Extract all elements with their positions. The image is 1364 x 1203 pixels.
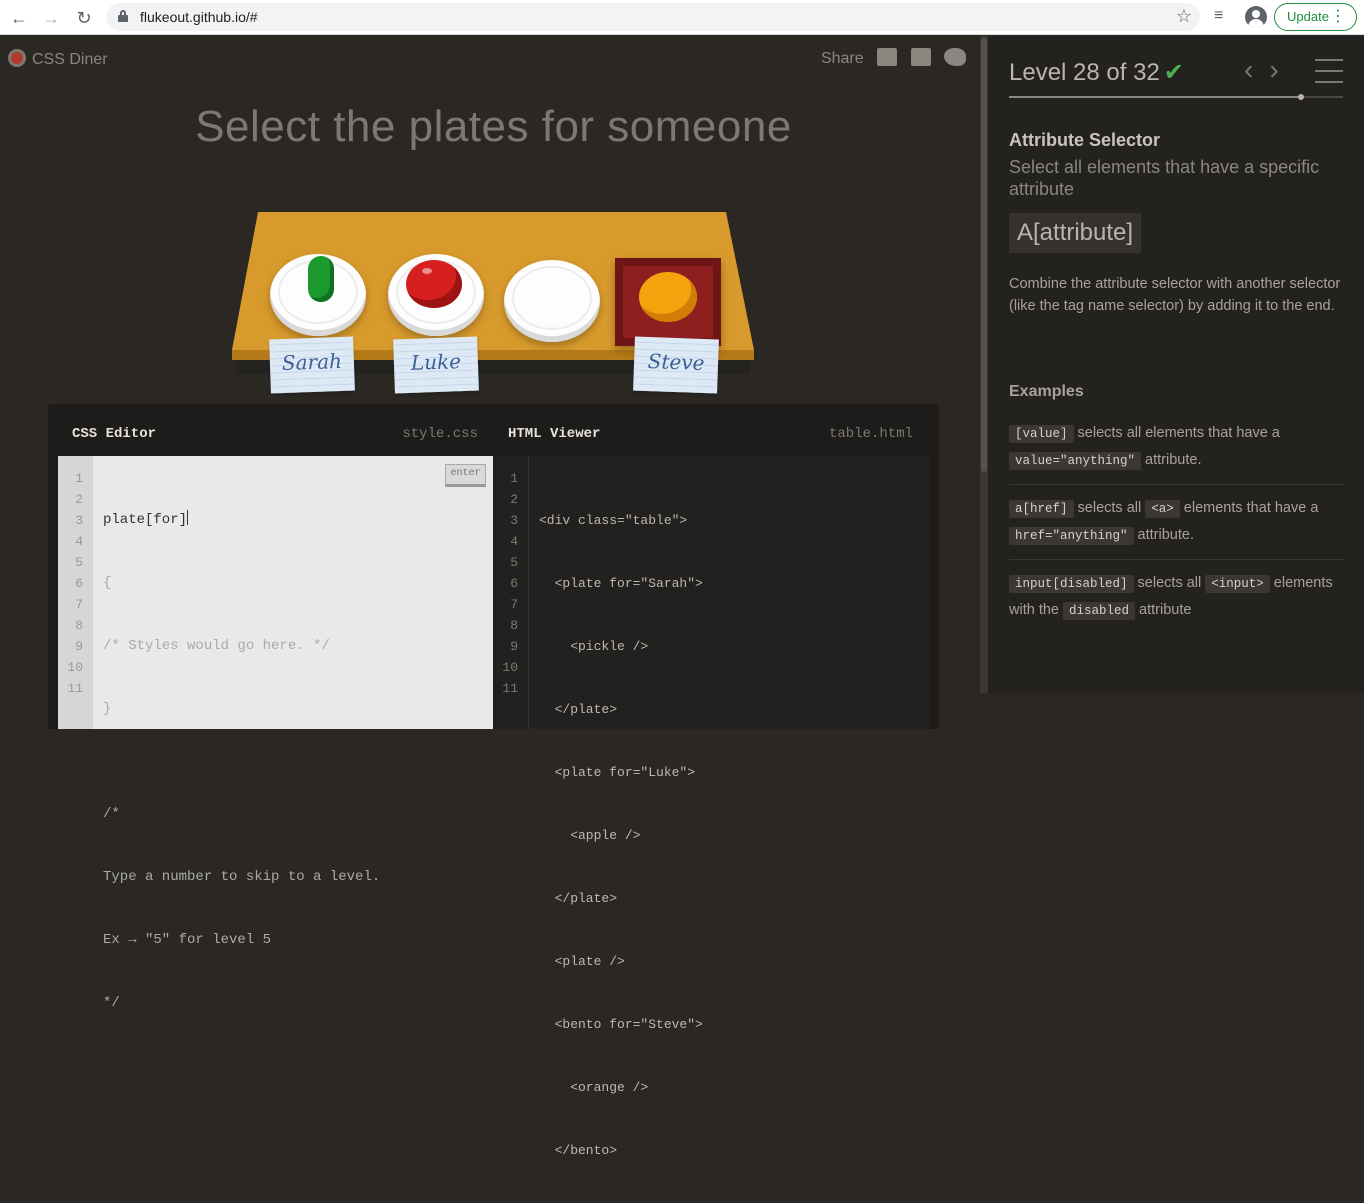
previous-level-icon[interactable]: ‹ bbox=[1244, 54, 1253, 85]
css-file-name: style.css bbox=[402, 426, 478, 442]
html-viewer-header: HTML Viewer table.html bbox=[494, 404, 939, 456]
bookmark-star-icon[interactable]: ☆ bbox=[1176, 6, 1192, 27]
progress-knob bbox=[1298, 94, 1305, 100]
example-item: [value] selects all elements that have a… bbox=[1009, 420, 1344, 485]
level-indicator: Level 28 of 32 ✔ bbox=[1009, 59, 1184, 86]
html-viewer-title: HTML Viewer bbox=[508, 426, 601, 442]
example-code: disabled bbox=[1063, 602, 1136, 620]
bento-steve[interactable] bbox=[615, 258, 721, 346]
name-tag-steve: Steve bbox=[633, 336, 719, 394]
example-code: [value] bbox=[1009, 425, 1074, 443]
check-icon: ✔ bbox=[1163, 59, 1184, 86]
browser-toolbar: ← → ↻ flukeout.github.io/# ☆ ≡ Update ⋮ bbox=[0, 0, 1364, 35]
example-code: <input> bbox=[1205, 575, 1270, 593]
name-tag-luke: Luke bbox=[393, 336, 479, 394]
example-item: a[href] selects all <a> elements that ha… bbox=[1009, 495, 1344, 560]
html-line[interactable]: <apple /> bbox=[539, 825, 703, 846]
selector-hint: Combine the attribute selector with anot… bbox=[1009, 276, 1341, 314]
html-line[interactable]: <bento for="Steve"> bbox=[539, 1014, 703, 1035]
plate-sarah[interactable] bbox=[270, 254, 366, 336]
forward-icon[interactable]: → bbox=[40, 7, 62, 29]
css-line: */ bbox=[103, 995, 120, 1011]
lock-icon bbox=[118, 10, 128, 22]
email-icon[interactable] bbox=[877, 48, 898, 66]
selector-name: Attribute Selector bbox=[1009, 130, 1161, 150]
example-code: href="anything" bbox=[1009, 527, 1134, 545]
css-line: Type a number to skip to a level. bbox=[103, 869, 381, 885]
html-line[interactable]: <div class="table"> bbox=[539, 510, 703, 531]
facebook-icon[interactable] bbox=[910, 48, 931, 66]
selector-syntax: A[attribute] bbox=[1009, 213, 1142, 253]
url-text[interactable]: flukeout.github.io/# bbox=[140, 9, 258, 25]
css-editor-title: CSS Editor bbox=[72, 426, 157, 442]
html-line[interactable]: <plate /> bbox=[539, 951, 703, 972]
progress-fill bbox=[1009, 96, 1302, 98]
text-cursor bbox=[187, 510, 189, 525]
share-bar: Share bbox=[813, 48, 966, 68]
reload-icon[interactable]: ↻ bbox=[73, 7, 95, 29]
css-line: /* bbox=[103, 806, 120, 822]
page-scrollbar[interactable] bbox=[980, 36, 988, 693]
examples-heading: Examples bbox=[1009, 383, 1084, 400]
level-instruction: Select the plates for someone bbox=[195, 102, 792, 151]
level-progress-bar bbox=[1009, 94, 1343, 100]
css-line: { bbox=[103, 575, 112, 591]
twitter-icon[interactable] bbox=[944, 48, 966, 66]
html-code: <div class="table"> <plate for="Sarah"> … bbox=[539, 468, 703, 1203]
line-numbers: 1 2 3 4 5 6 7 8 9 10 11 bbox=[494, 456, 529, 729]
plate-luke[interactable] bbox=[388, 254, 484, 336]
example-code: value="anything" bbox=[1009, 452, 1142, 470]
html-line[interactable]: </bento> bbox=[539, 1140, 703, 1161]
profile-avatar[interactable] bbox=[1245, 6, 1267, 28]
example-code: input[disabled] bbox=[1009, 575, 1134, 593]
name-tag-sarah: Sarah bbox=[269, 336, 355, 394]
more-icon: ⋮ bbox=[1330, 8, 1346, 25]
css-code[interactable]: plate[for] { /* Styles would go here. */… bbox=[103, 468, 380, 1056]
selector-title: Select all elements that have a specific… bbox=[1009, 157, 1320, 199]
level-sidebar: Level 28 of 32 ✔ ‹ › Attribute Selector Se… bbox=[988, 36, 1364, 693]
next-level-icon[interactable]: › bbox=[1269, 54, 1278, 85]
html-file-name: table.html bbox=[828, 426, 913, 442]
enter-button[interactable]: enter bbox=[445, 464, 486, 487]
css-line: /* Styles would go here. */ bbox=[103, 638, 330, 654]
back-icon[interactable]: ← bbox=[8, 7, 30, 29]
css-line: Ex → "5" for level 5 bbox=[103, 932, 272, 948]
update-button[interactable]: Update ⋮ bbox=[1274, 3, 1357, 31]
example-item: input[disabled] selects all <input> elem… bbox=[1009, 575, 1333, 620]
game-area: CSS Diner Share Select the plates for so… bbox=[0, 36, 980, 1158]
html-viewer: 1 2 3 4 5 6 7 8 9 10 11 <div class="table"> <plate… bbox=[494, 456, 929, 1158]
logo[interactable]: CSS Diner bbox=[8, 49, 108, 69]
level-menu-icon[interactable] bbox=[1315, 59, 1343, 83]
editor-window: CSS Editor style.css HTML Viewer table.h… bbox=[48, 404, 939, 1158]
apple[interactable] bbox=[406, 260, 462, 308]
plate-empty[interactable] bbox=[504, 260, 600, 342]
media-queue-icon[interactable]: ≡ bbox=[1214, 7, 1223, 25]
css-editor-header: CSS Editor style.css bbox=[48, 404, 493, 456]
level-nav: ‹ › bbox=[1244, 54, 1295, 86]
share-label: Share bbox=[820, 50, 864, 67]
html-line[interactable]: <plate for="Sarah"> bbox=[539, 573, 703, 594]
html-line[interactable]: </plate> bbox=[539, 888, 703, 909]
html-line[interactable]: <orange /> bbox=[539, 1077, 703, 1098]
line-numbers: 1 2 3 4 5 6 7 8 9 10 11 bbox=[58, 456, 93, 729]
example-code: a[href] bbox=[1009, 500, 1074, 518]
html-line[interactable]: </plate> bbox=[539, 699, 703, 720]
css-line: } bbox=[103, 701, 112, 717]
pickle[interactable] bbox=[308, 256, 334, 302]
logo-icon bbox=[8, 49, 26, 67]
html-line[interactable]: <pickle /> bbox=[539, 636, 703, 657]
html-line[interactable]: <plate for="Luke"> bbox=[539, 762, 703, 783]
css-editor[interactable]: 1 2 3 4 5 6 7 8 9 10 11 plate[for] { /* Styles wou… bbox=[58, 456, 493, 1011]
orange[interactable] bbox=[639, 272, 697, 322]
scrollbar-thumb[interactable] bbox=[981, 38, 987, 472]
dining-table: Sarah Luke Steve bbox=[230, 210, 760, 394]
example-code: <a> bbox=[1145, 500, 1180, 518]
address-bar[interactable]: flukeout.github.io/# ☆ bbox=[106, 3, 1200, 31]
css-input[interactable]: plate[for] bbox=[103, 512, 187, 528]
